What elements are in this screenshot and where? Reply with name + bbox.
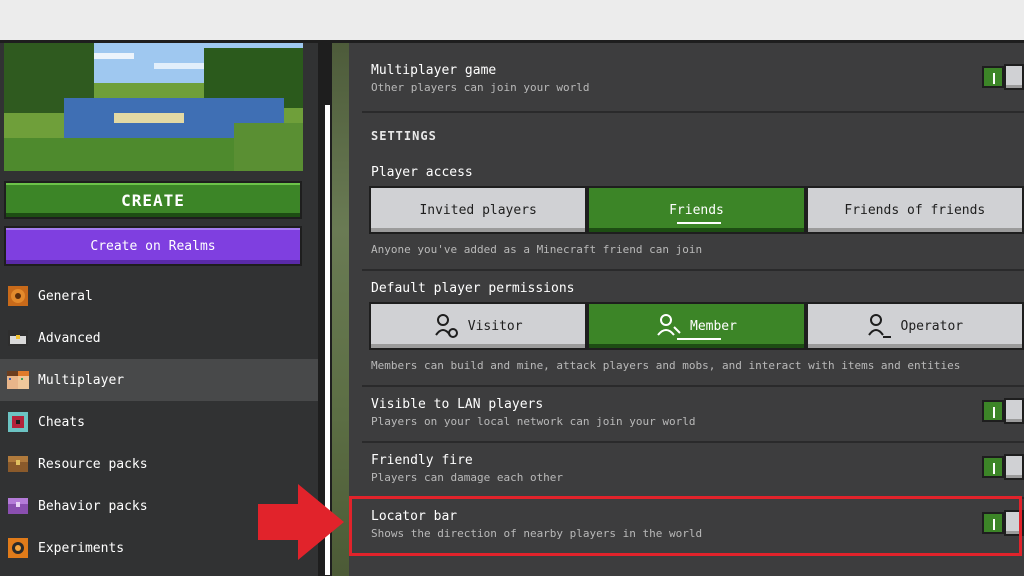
create-on-realms-button[interactable]: Create on Realms [4, 226, 302, 266]
nav-label: Cheats [38, 414, 85, 430]
default-permissions-desc: Members can build and mine, attack playe… [371, 359, 961, 372]
red-arrow-icon [258, 484, 344, 560]
multiplayer-game-desc: Other players can join your world [371, 81, 590, 94]
player-access-selector: Invited players Friends Friends of frien… [369, 186, 1024, 234]
chest-icon [8, 330, 28, 346]
locator-bar-highlight-box [349, 496, 1022, 556]
nav-item-cheats[interactable]: Cheats [0, 401, 318, 443]
nav-label: General [38, 288, 93, 304]
resource-packs-icon [8, 456, 28, 472]
nav-label: Advanced [38, 330, 101, 346]
member-icon [657, 314, 681, 336]
world-preview-image [4, 43, 303, 171]
behavior-packs-icon [8, 498, 28, 514]
player-access-desc: Anyone you've added as a Minecraft frien… [371, 243, 703, 256]
operator-icon [867, 314, 891, 338]
friendly-fire-desc: Players can damage each other [371, 471, 564, 484]
player-access-friends-of-friends-button[interactable]: Friends of friends [805, 186, 1024, 234]
players-icon [7, 371, 29, 389]
nav-item-advanced[interactable]: Advanced [0, 317, 318, 359]
multiplayer-game-toggle[interactable] [982, 64, 1024, 90]
player-access-invited-button[interactable]: Invited players [369, 186, 588, 234]
default-permissions-selector: Visitor Member Operator [369, 302, 1024, 350]
friendly-fire-title: Friendly fire [371, 453, 473, 468]
permission-member-button[interactable]: Member [587, 302, 806, 350]
gear-icon [8, 286, 28, 306]
nav-label: Multiplayer [38, 372, 125, 388]
top-bar [0, 0, 1024, 40]
divider [362, 385, 1024, 387]
visible-lan-desc: Players on your local network can join y… [371, 415, 696, 428]
player-access-title: Player access [371, 165, 473, 180]
nav-item-multiplayer[interactable]: Multiplayer [0, 359, 318, 401]
divider [362, 111, 1024, 113]
nav-label: Experiments [38, 540, 125, 556]
create-button[interactable]: CREATE [4, 181, 302, 219]
nav-item-general[interactable]: General [0, 275, 318, 317]
multiplayer-game-title: Multiplayer game [371, 63, 497, 78]
experiments-icon [8, 538, 28, 558]
nav-label: Behavior packs [38, 498, 148, 514]
permission-visitor-button[interactable]: Visitor [369, 302, 588, 350]
nav-item-resource-packs[interactable]: Resource packs [0, 443, 318, 485]
default-permissions-title: Default player permissions [371, 281, 575, 296]
permission-operator-button[interactable]: Operator [805, 302, 1024, 350]
settings-section-header: SETTINGS [371, 129, 437, 143]
divider [362, 441, 1024, 443]
visitor-icon [434, 314, 458, 338]
divider [362, 269, 1024, 271]
nav-label: Resource packs [38, 456, 148, 472]
cheats-icon [8, 412, 28, 432]
visible-lan-toggle[interactable] [982, 398, 1024, 424]
friendly-fire-toggle[interactable] [982, 454, 1024, 480]
player-access-friends-button[interactable]: Friends [587, 186, 806, 234]
visible-lan-title: Visible to LAN players [371, 397, 544, 412]
